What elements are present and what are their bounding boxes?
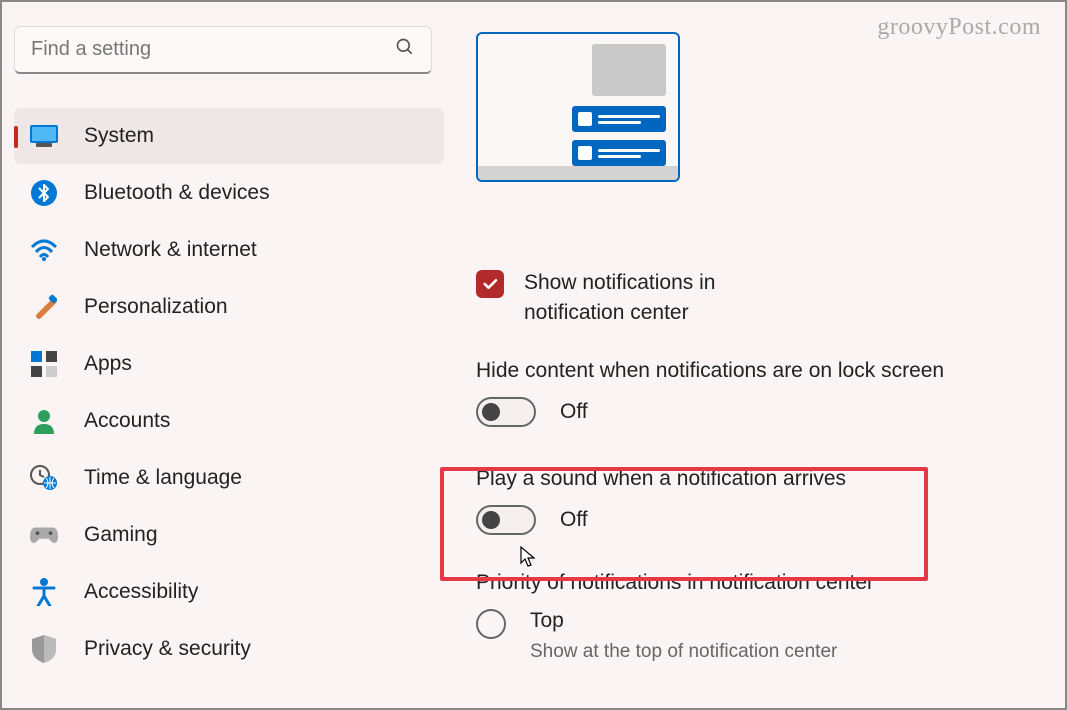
search-input[interactable]	[31, 38, 395, 61]
sidebar-item-label: Accounts	[84, 409, 170, 433]
main-content: Show notifications in notification cente…	[476, 32, 1036, 663]
gamepad-icon	[30, 521, 58, 549]
wifi-icon	[30, 236, 58, 264]
paintbrush-icon	[30, 293, 58, 321]
priority-top-desc: Show at the top of notification center	[530, 641, 837, 663]
notification-preview-thumbnail[interactable]	[476, 32, 680, 182]
sidebar-item-accessibility[interactable]: Accessibility	[14, 564, 444, 620]
nav-list: System Bluetooth & devices Network & int…	[14, 108, 444, 677]
sidebar-item-label: Accessibility	[84, 580, 198, 604]
sidebar-item-label: Privacy & security	[84, 637, 251, 661]
sidebar-item-privacy[interactable]: Privacy & security	[14, 621, 444, 677]
shield-icon	[30, 635, 58, 663]
sidebar-item-gaming[interactable]: Gaming	[14, 507, 444, 563]
play-sound-state: Off	[560, 508, 588, 532]
sidebar-item-label: Gaming	[84, 523, 158, 547]
play-sound-title: Play a sound when a notification arrives	[476, 467, 1036, 491]
show-notifications-setting: Show notifications in notification cente…	[476, 268, 1036, 329]
search-icon	[395, 37, 415, 62]
sidebar-item-label: System	[84, 124, 154, 148]
sidebar-item-apps[interactable]: Apps	[14, 336, 444, 392]
system-icon	[30, 122, 58, 150]
preview-notification-row	[572, 140, 666, 166]
show-notifications-checkbox[interactable]	[476, 270, 504, 298]
sidebar-item-time-language[interactable]: Time & language	[14, 450, 444, 506]
hide-content-setting: Hide content when notifications are on l…	[476, 359, 1036, 427]
sidebar: System Bluetooth & devices Network & int…	[14, 26, 444, 677]
sidebar-item-network[interactable]: Network & internet	[14, 222, 444, 278]
preview-notification-row	[572, 106, 666, 132]
preview-taskbar	[478, 166, 678, 180]
sidebar-item-system[interactable]: System	[14, 108, 444, 164]
clock-globe-icon	[30, 464, 58, 492]
show-notifications-label: Show notifications in notification cente…	[524, 268, 715, 329]
sidebar-item-personalization[interactable]: Personalization	[14, 279, 444, 335]
sidebar-item-bluetooth[interactable]: Bluetooth & devices	[14, 165, 444, 221]
sidebar-item-label: Time & language	[84, 466, 242, 490]
play-sound-setting: Play a sound when a notification arrives…	[476, 467, 1036, 535]
sidebar-item-label: Apps	[84, 352, 132, 376]
hide-content-state: Off	[560, 400, 588, 424]
search-box[interactable]	[14, 26, 432, 74]
sidebar-item-accounts[interactable]: Accounts	[14, 393, 444, 449]
person-icon	[30, 407, 58, 435]
hide-content-toggle[interactable]	[476, 397, 536, 427]
priority-setting: Priority of notifications in notificatio…	[476, 571, 1036, 663]
sidebar-item-label: Network & internet	[84, 238, 257, 262]
apps-icon	[30, 350, 58, 378]
bluetooth-icon	[30, 179, 58, 207]
sidebar-item-label: Personalization	[84, 295, 228, 319]
priority-title: Priority of notifications in notificatio…	[476, 571, 1036, 595]
preview-window	[592, 44, 666, 96]
play-sound-toggle[interactable]	[476, 505, 536, 535]
accessibility-icon	[30, 578, 58, 606]
hide-content-title: Hide content when notifications are on l…	[476, 359, 1036, 383]
priority-top-label: Top	[530, 609, 837, 633]
priority-top-radio[interactable]	[476, 609, 506, 639]
sidebar-item-label: Bluetooth & devices	[84, 181, 270, 205]
